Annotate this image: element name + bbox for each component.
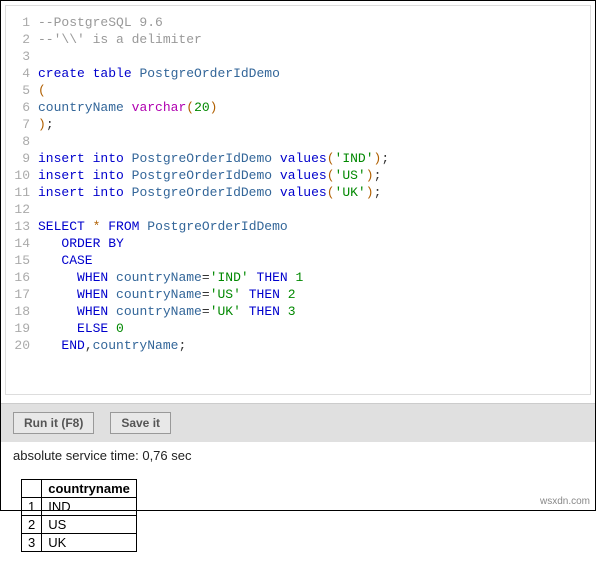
- cell-value: IND: [42, 498, 137, 516]
- code-line[interactable]: insert into PostgreOrderIdDemo values('U…: [38, 184, 582, 201]
- row-number: 1: [22, 498, 42, 516]
- line-number: 7: [14, 116, 30, 133]
- code-line[interactable]: --PostgreSQL 9.6: [38, 14, 582, 31]
- line-number: 10: [14, 167, 30, 184]
- result-body: 1IND2US3UK: [22, 498, 137, 552]
- line-number: 18: [14, 303, 30, 320]
- code-line[interactable]: SELECT * FROM PostgreOrderIdDemo: [38, 218, 582, 235]
- line-number: 16: [14, 269, 30, 286]
- code-line[interactable]: insert into PostgreOrderIdDemo values('U…: [38, 167, 582, 184]
- code-content[interactable]: --PostgreSQL 9.6--'\\' is a delimiter cr…: [38, 14, 582, 354]
- watermark: wsxdn.com: [540, 496, 590, 507]
- line-gutter: 1234567891011121314151617181920: [14, 14, 38, 354]
- cell-value: US: [42, 516, 137, 534]
- cell-value: UK: [42, 534, 137, 552]
- table-row: 1IND: [22, 498, 137, 516]
- line-number: 1: [14, 14, 30, 31]
- code-line[interactable]: create table PostgreOrderIdDemo: [38, 65, 582, 82]
- toolbar: Run it (F8) Save it: [1, 404, 595, 442]
- line-number: 12: [14, 201, 30, 218]
- line-number: 15: [14, 252, 30, 269]
- code-editor[interactable]: 1234567891011121314151617181920 --Postgr…: [5, 5, 591, 395]
- line-number: 19: [14, 320, 30, 337]
- line-number: 3: [14, 48, 30, 65]
- code-line[interactable]: ELSE 0: [38, 320, 582, 337]
- code-line[interactable]: CASE: [38, 252, 582, 269]
- line-number: 8: [14, 133, 30, 150]
- result-panel: countryname 1IND2US3UK: [1, 479, 595, 562]
- code-line[interactable]: WHEN countryName='UK' THEN 3: [38, 303, 582, 320]
- line-number: 14: [14, 235, 30, 252]
- code-line[interactable]: countryName varchar(20): [38, 99, 582, 116]
- table-row: 3UK: [22, 534, 137, 552]
- result-table: countryname 1IND2US3UK: [21, 479, 137, 552]
- table-header-row: countryname: [22, 480, 137, 498]
- row-number-header: [22, 480, 42, 498]
- row-number: 2: [22, 516, 42, 534]
- code-line[interactable]: WHEN countryName='US' THEN 2: [38, 286, 582, 303]
- line-number: 5: [14, 82, 30, 99]
- line-number: 9: [14, 150, 30, 167]
- status-text: absolute service time: 0,76 sec: [1, 442, 595, 479]
- code-line[interactable]: insert into PostgreOrderIdDemo values('I…: [38, 150, 582, 167]
- run-button[interactable]: Run it (F8): [13, 412, 94, 434]
- line-number: 20: [14, 337, 30, 354]
- table-row: 2US: [22, 516, 137, 534]
- code-line[interactable]: [38, 133, 582, 150]
- code-line[interactable]: [38, 48, 582, 65]
- line-number: 17: [14, 286, 30, 303]
- save-button[interactable]: Save it: [110, 412, 171, 434]
- row-number: 3: [22, 534, 42, 552]
- line-number: 4: [14, 65, 30, 82]
- code-line[interactable]: END,countryName;: [38, 337, 582, 354]
- code-line[interactable]: ORDER BY: [38, 235, 582, 252]
- code-line[interactable]: (: [38, 82, 582, 99]
- line-number: 2: [14, 31, 30, 48]
- code-line[interactable]: WHEN countryName='IND' THEN 1: [38, 269, 582, 286]
- code-line[interactable]: [38, 201, 582, 218]
- editor-wrap: 1234567891011121314151617181920 --Postgr…: [1, 5, 595, 404]
- line-number: 13: [14, 218, 30, 235]
- line-number: 11: [14, 184, 30, 201]
- column-header: countryname: [42, 480, 137, 498]
- line-number: 6: [14, 99, 30, 116]
- code-line[interactable]: );: [38, 116, 582, 133]
- code-line[interactable]: --'\\' is a delimiter: [38, 31, 582, 48]
